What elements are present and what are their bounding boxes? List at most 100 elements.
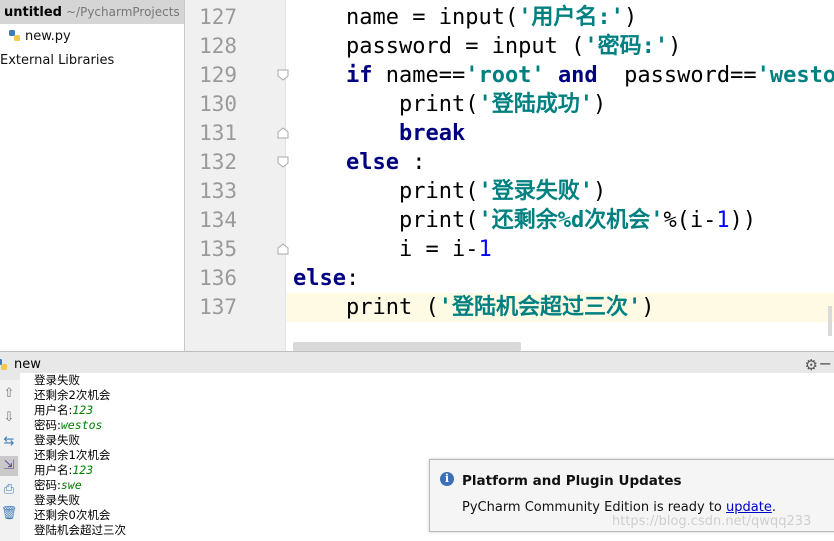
code-line[interactable]: else :: [293, 148, 834, 177]
console-line: 登录失败: [34, 433, 80, 448]
console-line: 密码:westos: [34, 418, 102, 433]
code-token: '密码:': [584, 34, 669, 59]
python-run-icon: [0, 359, 7, 370]
code-line[interactable]: print('登录失败'): [293, 177, 834, 206]
code-line[interactable]: break: [293, 119, 834, 148]
line-number: 137: [199, 295, 237, 319]
console-text: 登录失败: [34, 433, 80, 447]
fold-end-icon[interactable]: [277, 243, 289, 255]
console-line: 用户名:123: [34, 403, 93, 418]
fold-start-icon[interactable]: [277, 156, 289, 168]
code-token: 1: [478, 237, 492, 262]
code-token: print: [398, 208, 466, 233]
python-file-icon: [9, 30, 20, 41]
code-token: name==: [372, 63, 466, 88]
fold-start-icon[interactable]: [277, 69, 289, 81]
gear-icon[interactable]: ⚙: [805, 356, 818, 374]
code-token: 'root': [465, 63, 545, 88]
code-token: i = i-: [398, 237, 479, 262]
arrow-up-icon[interactable]: ⇧: [0, 384, 18, 404]
code-token: '登陆机会超过三次': [438, 295, 642, 320]
notification-title: Platform and Plugin Updates: [462, 473, 682, 489]
project-root-path: ~/PycharmProjects: [65, 5, 180, 19]
code-line[interactable]: print('还剩余%d次机会'%(i-1)): [293, 206, 834, 235]
line-number: 134: [199, 208, 237, 232]
tree-item-label: External Libraries: [0, 53, 115, 68]
code-token: input: [491, 34, 558, 59]
console-line: 还剩余0次机会: [34, 508, 110, 523]
console-user-input: westos: [60, 418, 103, 432]
scroll-to-end-icon[interactable]: ⇲: [0, 456, 18, 476]
code-token: print: [398, 179, 466, 204]
notification-suffix: .: [771, 500, 776, 515]
console-line: 登录失败: [34, 373, 80, 388]
tree-item-external-libraries[interactable]: External Libraries: [0, 52, 114, 70]
line-number: 132: [199, 150, 237, 174]
console-text: 还剩余2次机会: [34, 388, 111, 402]
code-token: 1: [716, 208, 730, 233]
console-user-input: 123: [72, 463, 94, 477]
code-token: (: [504, 5, 519, 30]
vertical-scroll-marker[interactable]: [828, 306, 832, 336]
watermark: https://blog.csdn.net/qwqq233: [612, 514, 812, 529]
code-editor[interactable]: name = input('用户名:') password = input ('…: [185, 0, 834, 351]
tree-item-new-py[interactable]: new.py: [8, 28, 71, 46]
code-line[interactable]: print ('登陆机会超过三次'): [293, 293, 834, 322]
code-line[interactable]: else:: [293, 264, 834, 293]
code-line[interactable]: if name=='root' and password=='westos':: [293, 61, 834, 90]
code-token: :: [398, 150, 426, 175]
code-line[interactable]: print('登陆成功'): [293, 90, 834, 119]
console-text: 密码:: [34, 418, 61, 432]
code-token: (: [465, 179, 479, 204]
console-text: 用户名:: [34, 463, 73, 477]
code-token: ): [623, 5, 638, 30]
code-token: password==: [597, 63, 757, 88]
line-number: 136: [199, 266, 237, 290]
code-token: '登陆成功': [478, 92, 593, 117]
code-line[interactable]: name = input('用户名:'): [293, 3, 834, 32]
code-token: :: [345, 266, 360, 291]
line-number: 130: [199, 92, 237, 116]
code-token: '登录失败': [478, 179, 593, 204]
run-tab-title[interactable]: new: [14, 357, 41, 372]
code-token: '用户名:': [518, 5, 624, 30]
horizontal-scrollbar[interactable]: [293, 342, 521, 351]
console-line: 密码:swe: [34, 478, 82, 493]
code-token: ): [592, 92, 607, 117]
print-icon[interactable]: ⎙: [0, 480, 18, 500]
fold-end-icon[interactable]: [277, 127, 289, 139]
line-number: 129: [199, 63, 237, 87]
console-user-input: swe: [60, 478, 82, 492]
line-number: 133: [199, 179, 237, 203]
notification-text: PyCharm Community Edition is ready to up…: [462, 500, 776, 515]
code-line[interactable]: password = input ('密码:'): [293, 32, 834, 61]
code-token: ): [641, 295, 655, 320]
code-token: name =: [345, 5, 439, 30]
arrow-down-icon[interactable]: ⇩: [0, 408, 18, 428]
code-token: break: [398, 121, 466, 146]
project-root-name: untitled: [4, 5, 62, 20]
code-token: else: [293, 266, 346, 291]
hide-panel-icon[interactable]: −: [819, 354, 832, 373]
console-text: 登录失败: [34, 493, 80, 507]
console-line: 用户名:123: [34, 463, 93, 478]
code-token: input: [438, 5, 505, 30]
trash-icon[interactable]: 🗑: [0, 504, 18, 524]
console-text: 还剩余0次机会: [34, 508, 111, 522]
code-token: password =: [345, 34, 492, 59]
soft-wrap-icon[interactable]: ⇆: [0, 432, 18, 452]
update-link[interactable]: update: [726, 500, 772, 515]
run-toolbar: ⇧ ⇩ ⇆ ⇲ ⎙ 🗑: [0, 380, 21, 541]
project-root[interactable]: untitled ~/PycharmProjects: [0, 0, 184, 24]
code-line[interactable]: i = i-1: [293, 235, 834, 264]
console-line: 还剩余1次机会: [34, 448, 110, 463]
